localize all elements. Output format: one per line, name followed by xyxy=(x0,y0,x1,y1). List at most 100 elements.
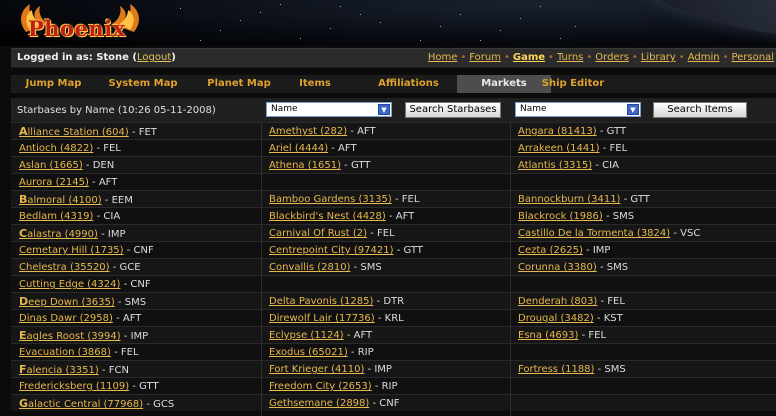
starbase-link[interactable]: Denderah (803) xyxy=(518,296,597,307)
tab-system-map[interactable]: System Map xyxy=(99,75,187,93)
starbase-link[interactable]: Carnival Of Rust (2) xyxy=(269,228,367,239)
starbase-link[interactable]: Alliance Station (604) xyxy=(19,125,129,138)
starbase-entry: Dinas Dawr (2958) - AFT xyxy=(19,310,141,327)
affiliation-code: - SMS xyxy=(114,297,147,308)
starbase-link[interactable]: Blackrock (1986) xyxy=(518,211,603,222)
affiliation-code: - KRL xyxy=(374,313,404,324)
affiliation-code: - CNF xyxy=(120,279,151,290)
affiliation-code: - AFT xyxy=(343,330,373,341)
starbase-link[interactable]: Exodus (65021) xyxy=(269,347,348,358)
starbase-link[interactable]: Delta Pavonis (1285) xyxy=(269,296,373,307)
tab-ship-editor[interactable]: Ship Editor xyxy=(531,75,615,93)
starbase-link[interactable]: Cezta (2625) xyxy=(518,245,583,256)
starbase-link[interactable]: Bamboo Gardens (3135) xyxy=(269,194,392,205)
item-sort-select[interactable]: Name ▼ xyxy=(515,102,641,117)
starbase-link[interactable]: Fredericksberg (1109) xyxy=(19,381,129,392)
starbase-link[interactable]: Galactic Central (77968) xyxy=(19,397,144,410)
starbase-link[interactable]: Chelestra (35520) xyxy=(19,262,110,273)
affiliation-code: - GTT xyxy=(129,381,159,392)
starbase-link[interactable]: Drougal (3482) xyxy=(518,313,594,324)
starbase-link[interactable]: Antioch (4822) xyxy=(19,143,93,154)
starbase-link[interactable]: Castillo De la Tormenta (3824) xyxy=(518,228,670,239)
starbase-entry: Aslan (1665) - DEN xyxy=(19,157,114,174)
starbase-link[interactable]: Centrepoint City (97421) xyxy=(269,245,394,256)
starbase-link[interactable]: Aurora (2145) xyxy=(19,177,89,188)
search-bar: Starbases by Name (10:26 05-11-2008) Nam… xyxy=(11,98,776,122)
starbase-link[interactable]: Cemetary Hill (1735) xyxy=(19,245,124,256)
starbase-link[interactable]: Blackbird's Nest (4428) xyxy=(269,211,386,222)
nav-link-admin[interactable]: Admin xyxy=(688,52,720,63)
starbase-link[interactable]: Aslan (1665) xyxy=(19,160,83,171)
starbase-entry: Castillo De la Tormenta (3824) - VSC xyxy=(518,225,700,242)
starbase-name-rest: eep Down (3635) xyxy=(28,297,115,308)
affiliation-code: - GCS xyxy=(143,399,175,410)
starbase-link[interactable]: Balmoral (4100) xyxy=(19,193,102,206)
search-starbases-button[interactable]: Search Starbases xyxy=(405,102,501,118)
starbase-name-rest: lliance Station (604) xyxy=(27,127,129,138)
affiliation-code: - CIA xyxy=(592,160,619,171)
starbase-link[interactable]: Amethyst (282) xyxy=(269,126,347,137)
starbase-link[interactable]: Calastra (4990) xyxy=(19,227,98,240)
starbase-link[interactable]: Esna (4693) xyxy=(518,330,578,341)
starbase-link[interactable]: Direwolf Lair (17736) xyxy=(269,313,375,324)
starbase-link[interactable]: Arrakeen (1441) xyxy=(518,143,600,154)
nav-link-personal[interactable]: Personal xyxy=(731,52,774,63)
starbase-link[interactable]: Bedlam (4319) xyxy=(19,211,93,222)
star-decoration xyxy=(380,22,381,23)
starbase-link[interactable]: Corunna (3380) xyxy=(518,262,597,273)
phoenix-logo[interactable]: Phoenix xyxy=(10,2,150,44)
starbase-link[interactable]: Dinas Dawr (2958) xyxy=(19,313,113,324)
tab-affiliations[interactable]: Affiliations xyxy=(361,75,456,93)
nav-link-library[interactable]: Library xyxy=(641,52,676,63)
starbase-link[interactable]: Ariel (4444) xyxy=(269,143,328,154)
starbase-link[interactable]: Bannockburn (3411) xyxy=(518,194,620,205)
starbase-link[interactable]: Fortress (1188) xyxy=(518,364,594,375)
login-bar: Logged in as: Stone (Logout) Home • Forum •… xyxy=(11,48,776,68)
starbase-link[interactable]: Evacuation (3868) xyxy=(19,347,111,358)
starbase-link[interactable]: Gethsemane (2898) xyxy=(269,398,369,409)
starbase-link[interactable]: Convallis (2810) xyxy=(269,262,350,273)
starbase-entry: Eclypse (1124) - AFT xyxy=(269,327,372,344)
starbase-link[interactable]: Cutting Edge (4324) xyxy=(19,279,120,290)
logout-link[interactable]: Logout xyxy=(137,52,171,63)
starbase-name-rest: alactic Central (77968) xyxy=(28,399,144,410)
tab-items[interactable]: Items xyxy=(273,75,357,93)
starbase-link[interactable]: Freedom City (2653) xyxy=(269,381,372,392)
star-decoration xyxy=(520,18,521,19)
starbase-link[interactable]: Eagles Roost (3994) xyxy=(19,329,121,342)
chevron-down-icon[interactable]: ▼ xyxy=(378,104,390,115)
table-row: Falencia (3351) - FCN Fort Krieger (4110)… xyxy=(11,360,776,377)
planet-graphic xyxy=(600,0,776,40)
affiliation-code: - SMS xyxy=(594,364,626,375)
chevron-down-icon[interactable]: ▼ xyxy=(627,104,639,115)
search-items-button[interactable]: Search Items xyxy=(653,102,747,118)
starbase-entry: Amethyst (282) - AFT xyxy=(269,123,376,140)
nav-link-orders[interactable]: Orders xyxy=(595,52,629,63)
starbase-link[interactable]: Falencia (3351) xyxy=(19,363,99,376)
star-decoration xyxy=(560,38,561,39)
affiliation-code: - IMP xyxy=(364,364,392,375)
starbase-link[interactable]: Atlantis (3315) xyxy=(518,160,592,171)
starbase-name-rest: almoral (4100) xyxy=(27,195,102,206)
nav-link-game[interactable]: Game xyxy=(513,52,545,63)
star-decoration xyxy=(240,20,241,21)
starbase-entry: Ariel (4444) - AFT xyxy=(269,140,357,157)
starbase-sort-select[interactable]: Name ▼ xyxy=(266,102,392,117)
tab-jump-map[interactable]: Jump Map xyxy=(11,75,96,93)
starbase-entry: Bamboo Gardens (3135) - FEL xyxy=(269,191,419,208)
nav-link-forum[interactable]: Forum xyxy=(469,52,501,63)
star-decoration xyxy=(200,40,201,41)
affiliation-code: - RIP xyxy=(371,381,398,392)
starbase-link[interactable]: Fort Krieger (4110) xyxy=(269,364,364,375)
starbase-entry: Calastra (4990) - IMP xyxy=(19,225,126,242)
nav-link-turns[interactable]: Turns xyxy=(557,52,583,63)
nav-link-home[interactable]: Home xyxy=(428,52,458,63)
starbase-link[interactable]: Deep Down (3635) xyxy=(19,295,115,308)
table-row: Aurora (2145) - AFT xyxy=(11,173,776,190)
starbase-link[interactable]: Athena (1651) xyxy=(269,160,341,171)
starbase-link[interactable]: Eclypse (1124) xyxy=(269,330,344,341)
star-decoration xyxy=(540,6,541,7)
starbase-entry: Gethsemane (2898) - CNF xyxy=(269,395,400,412)
starbase-entry: Carnival Of Rust (2) - FEL xyxy=(269,225,395,242)
starbase-link[interactable]: Angara (81413) xyxy=(518,126,597,137)
